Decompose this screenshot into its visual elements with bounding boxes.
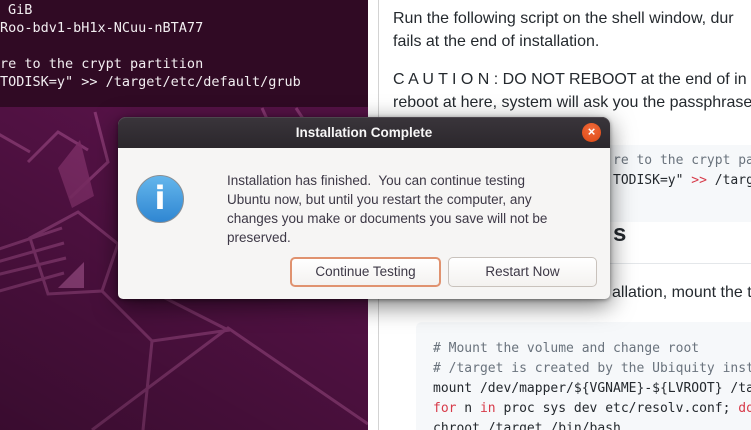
terminal-line: GiB — [8, 1, 32, 19]
dialog-title: Installation Complete — [118, 117, 610, 148]
terminal-line: re to the crypt partition — [0, 55, 203, 73]
code-text: n — [456, 401, 479, 416]
code-text: /targe — [707, 173, 751, 188]
restart-now-button[interactable]: Restart Now — [448, 257, 597, 287]
code-text: proc sys dev etc/resolv.conf; — [496, 401, 739, 416]
terminal-window[interactable]: GiB Roo-bdv1-bH1x-NCuu-nBTA77 re to the … — [0, 0, 368, 107]
section-heading-fragment: s — [613, 220, 626, 248]
code-for-loop: for n in proc sys dev etc/resolv.conf; d… — [433, 399, 751, 419]
code-text: TODISK=y" — [613, 173, 691, 188]
paragraph-run-script-line2: fails at the end of installation. — [393, 30, 599, 53]
code-mount-comment2: # /target is created by the Ubiquity ins… — [433, 359, 751, 379]
code-chroot-command: chroot /target /bin/bash — [433, 419, 621, 430]
paragraph-mount-fragment: allation, mount the tar — [612, 281, 751, 304]
keyword-do: do — [738, 401, 751, 416]
code-mount-comment1: # Mount the volume and change root — [433, 339, 699, 359]
paragraph-caution-line2: reboot at here, system will ask you the … — [393, 91, 751, 114]
terminal-line: Roo-bdv1-bH1x-NCuu-nBTA77 — [0, 19, 203, 37]
continue-testing-button[interactable]: Continue Testing — [290, 257, 441, 287]
dialog-message-line4: preserved. — [227, 228, 291, 247]
keyword-in: in — [480, 401, 496, 416]
dialog-message-line2: Ubuntu now, but until you restart the co… — [227, 190, 532, 209]
info-icon: i — [136, 175, 184, 223]
redirect-operator: >> — [691, 173, 707, 188]
paragraph-caution-line1: C A U T I O N : DO NOT REBOOT at the end… — [393, 68, 747, 91]
code-mount-command: mount /dev/mapper/${VGNAME}-${LVROOT} /t… — [433, 379, 751, 399]
close-button[interactable]: × — [582, 123, 601, 142]
paragraph-run-script-line1: Run the following script on the shell wi… — [393, 7, 734, 30]
dialog-titlebar[interactable]: Installation Complete × — [118, 117, 610, 148]
code-grub-command-fragment: TODISK=y" >> /targe — [613, 171, 751, 191]
installation-complete-dialog: Installation Complete × i Installation h… — [118, 117, 610, 299]
terminal-line: TODISK=y" >> /target/etc/default/grub — [0, 73, 301, 91]
screen: Run the following script on the shell wi… — [0, 0, 751, 430]
info-icon-glyph: i — [155, 179, 166, 217]
dialog-message-line3: changes you make or documents you save w… — [227, 209, 547, 228]
code-grub-comment-fragment: re to the crypt par — [613, 151, 751, 171]
dialog-message-line1: Installation has finished. You can conti… — [227, 171, 525, 190]
close-icon: × — [588, 124, 596, 139]
keyword-for: for — [433, 401, 456, 416]
